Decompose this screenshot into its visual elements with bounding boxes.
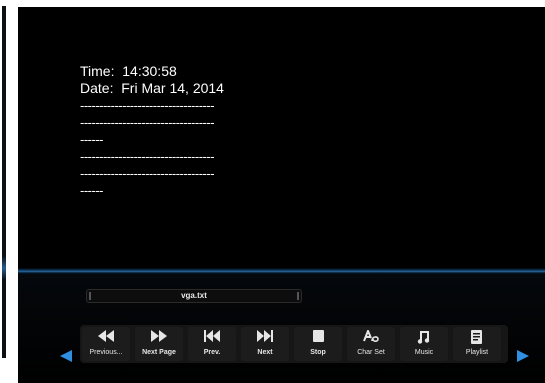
- time-label: Time:: [80, 63, 115, 79]
- rewind-icon: [82, 330, 130, 348]
- scroll-right-arrow-icon[interactable]: [517, 350, 529, 362]
- stop-button[interactable]: Stop: [294, 327, 342, 361]
- char-set-button[interactable]: Char Set: [347, 327, 395, 361]
- text-line: ------: [80, 132, 103, 147]
- text-content: Time: 14:30:58 Date: Fri Mar 14, 2014 --…: [80, 63, 380, 199]
- prev-label: Prev.: [203, 349, 221, 356]
- music-label: Music: [414, 349, 434, 356]
- next-label: Next: [257, 349, 273, 356]
- player-control-area: vga.txt Previous... Next Page Prev. Next…: [18, 274, 545, 383]
- previous-page-button[interactable]: Previous...: [82, 327, 130, 361]
- control-toolbar: Previous... Next Page Prev. Next Stop Ch…: [80, 325, 508, 363]
- date-value: Fri Mar 14, 2014: [121, 80, 224, 96]
- stop-label: Stop: [310, 349, 326, 356]
- left-window-glow: [2, 256, 6, 280]
- left-window-edge: [0, 0, 9, 383]
- filename-bar: vga.txt: [86, 289, 302, 303]
- fast-forward-icon: [135, 330, 183, 348]
- time-value: 14:30:58: [122, 63, 177, 79]
- text-line: ------: [80, 183, 103, 198]
- text-line: -----------------------------------: [80, 98, 215, 113]
- text-line: -----------------------------------: [80, 166, 215, 181]
- time-row: Time: 14:30:58: [80, 63, 380, 80]
- music-button[interactable]: Music: [400, 327, 448, 361]
- next-page-label: Next Page: [142, 349, 176, 356]
- skip-previous-icon: [188, 330, 236, 348]
- text-line: -----------------------------------: [80, 149, 215, 164]
- media-player-screen: Time: 14:30:58 Date: Fri Mar 14, 2014 --…: [18, 7, 545, 383]
- char-set-label: Char Set: [357, 349, 385, 356]
- scroll-left-arrow-icon[interactable]: [60, 350, 72, 362]
- playlist-label: Playlist: [465, 349, 489, 356]
- stop-icon: [294, 330, 342, 348]
- next-page-button[interactable]: Next Page: [135, 327, 183, 361]
- music-note-icon: [400, 330, 448, 348]
- char-set-icon: [347, 330, 395, 348]
- playlist-button[interactable]: Playlist: [453, 327, 501, 361]
- previous-page-label: Previous...: [89, 349, 123, 356]
- skip-next-icon: [241, 330, 289, 348]
- playlist-icon: [453, 330, 501, 348]
- text-line: -----------------------------------: [80, 115, 215, 130]
- date-label: Date:: [80, 80, 114, 96]
- next-button[interactable]: Next: [241, 327, 289, 361]
- prev-button[interactable]: Prev.: [188, 327, 236, 361]
- date-row: Date: Fri Mar 14, 2014: [80, 80, 380, 97]
- left-window-bar: [2, 6, 6, 358]
